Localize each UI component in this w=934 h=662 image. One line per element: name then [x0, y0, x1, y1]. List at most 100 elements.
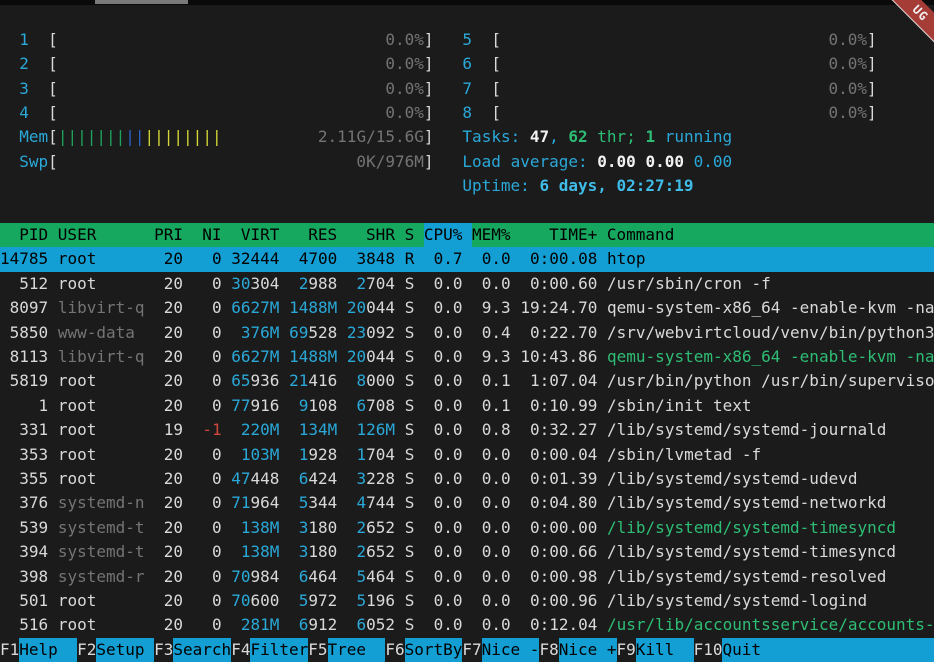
load-1min: 0.00: [597, 152, 636, 171]
process-row[interactable]: 331 root 19 -1 220M 134M 126M S 0.0 0.8 …: [0, 418, 934, 443]
cell-virt: 376M: [231, 323, 279, 342]
cell-ni: 0: [193, 323, 222, 342]
cell-ni: 0: [193, 567, 222, 586]
text: 20: [347, 298, 366, 317]
text: [511, 445, 521, 464]
process-row[interactable]: 398 systemd-r 20 0 70984 6464 5464 S 0.0…: [0, 565, 934, 590]
fkey-f2[interactable]: F2Setup: [77, 640, 154, 659]
fkey-number: F4: [231, 640, 250, 659]
text: [279, 518, 289, 537]
running-count: 1: [645, 127, 655, 146]
cell-user: root: [58, 396, 145, 415]
fkey-label: SortBy: [405, 638, 463, 662]
col-header-pri[interactable]: PRI: [154, 225, 193, 244]
cpu-label: 6: [462, 54, 491, 73]
cell-state: S: [405, 493, 415, 512]
cell-state: S: [405, 615, 415, 634]
fkey-f5[interactable]: F5Tree: [308, 640, 385, 659]
fkey-f8[interactable]: F8Nice +: [539, 640, 616, 659]
cell-command: /lib/systemd/systemd-timesyncd: [607, 542, 896, 561]
fkey-label: Nice +: [559, 638, 617, 662]
fkey-f7[interactable]: F7Nice -: [462, 640, 539, 659]
col-header-res[interactable]: RES: [289, 225, 347, 244]
text: 65: [231, 371, 250, 390]
col-header-command[interactable]: Command: [607, 225, 684, 244]
col-header-mem[interactable]: MEM%: [472, 225, 520, 244]
text: [414, 274, 424, 293]
process-row[interactable]: 5850 www-data 20 0 376M 69528 23092 S 0.…: [0, 321, 934, 346]
cell-pri: 20: [154, 249, 183, 268]
text: 21: [289, 371, 308, 390]
process-row[interactable]: 355 root 20 0 47448 6424 3228 S 0.0 0.0 …: [0, 467, 934, 492]
fkey-f6[interactable]: F6SortBy: [385, 640, 462, 659]
fkey-label: Filter: [250, 638, 308, 662]
fkey-f10[interactable]: F10Quit: [694, 640, 934, 659]
text: 964: [251, 493, 280, 512]
text: [145, 542, 155, 561]
col-header-cpu-sorted[interactable]: CPU%: [424, 223, 472, 247]
swap-meter: Swp[ 0K/976M]: [19, 152, 433, 171]
process-row[interactable]: 501 root 20 0 70600 5972 5196 S 0.0 0.0 …: [0, 589, 934, 614]
text: [597, 518, 607, 537]
cell-mem: 9.3: [472, 347, 511, 366]
meter-row: 1 [ 0.0%] 5 [ 0.0%]: [0, 28, 934, 53]
col-header-virt[interactable]: VIRT: [231, 225, 289, 244]
cell-command: /usr/bin/python /usr/bin/superviso: [607, 371, 934, 390]
fkey-f1[interactable]: F1Help: [0, 640, 77, 659]
col-header-state[interactable]: S: [405, 225, 424, 244]
text: [511, 469, 521, 488]
process-row[interactable]: 8097 libvirt-q 20 0 6627M 1488M 20044 S …: [0, 296, 934, 321]
text: 928: [308, 445, 337, 464]
text: [597, 469, 607, 488]
fkey-f3[interactable]: F3Search: [154, 640, 231, 659]
table-header[interactable]: PID USER PRI NI VIRT RES SHR S CPU% MEM%…: [0, 223, 934, 248]
process-row-selected[interactable]: 14785 root 20 0 32444 4700 3848 R 0.7 0.…: [0, 247, 934, 272]
process-row[interactable]: 394 systemd-t 20 0 138M 3180 2652 S 0.0 …: [0, 540, 934, 565]
cell-command: /lib/systemd/systemd-udevd: [607, 469, 857, 488]
col-header-shr[interactable]: SHR: [347, 225, 405, 244]
text: [222, 518, 232, 537]
htop-terminal[interactable]: 1 [ 0.0%] 5 [ 0.0%] 2 [ 0.0%] 6 [ 0.0%] …: [0, 0, 934, 662]
text: [145, 396, 155, 415]
process-row[interactable]: 353 root 20 0 103M 1928 1704 S 0.0 0.0 0…: [0, 443, 934, 468]
cell-shr: 5196: [347, 591, 395, 610]
process-row[interactable]: 516 root 20 0 281M 6912 6052 S 0.0 0.0 0…: [0, 613, 934, 638]
process-row[interactable]: 539 systemd-t 20 0 138M 3180 2652 S 0.0 …: [0, 516, 934, 541]
cell-shr: 23092: [347, 323, 395, 342]
text: [279, 274, 289, 293]
cell-time: 0:00.96: [520, 591, 597, 610]
cell-command: /lib/systemd/systemd-journald: [607, 420, 886, 439]
fkey-f4[interactable]: F4Filter: [231, 640, 308, 659]
text: [183, 298, 193, 317]
cell-mem: 0.0: [472, 493, 511, 512]
cell-state: S: [405, 298, 415, 317]
col-header-time[interactable]: TIME+: [520, 225, 607, 244]
text: [395, 493, 405, 512]
col-header-ni[interactable]: NI: [193, 225, 232, 244]
text: [463, 420, 473, 439]
cell-mem: 0.0: [472, 567, 511, 586]
cell-shr: 3848: [347, 249, 395, 268]
text: 052: [366, 615, 395, 634]
bracket: [: [48, 152, 58, 171]
text: [222, 445, 232, 464]
text: [597, 371, 607, 390]
process-row[interactable]: 376 systemd-n 20 0 71964 5344 4744 S 0.0…: [0, 491, 934, 516]
bracket: [: [48, 103, 58, 122]
process-row[interactable]: 1 root 20 0 77916 9108 6708 S 0.0 0.1 0:…: [0, 394, 934, 419]
text: 1: [289, 445, 308, 464]
process-row[interactable]: 8113 libvirt-q 20 0 6627M 1488M 20044 S …: [0, 345, 934, 370]
fkey-f9[interactable]: F9Kill: [617, 640, 694, 659]
text: 6627M: [231, 347, 279, 366]
text: 3: [289, 518, 308, 537]
cell-pri: 20: [154, 347, 183, 366]
text: 912: [308, 615, 337, 634]
process-row[interactable]: 512 root 20 0 30304 2988 2704 S 0.0 0.0 …: [0, 272, 934, 297]
text: 23: [347, 323, 366, 342]
col-header-user[interactable]: USER: [58, 225, 154, 244]
mem-bar-used: |||||||: [58, 127, 125, 146]
col-header-pid[interactable]: PID: [0, 225, 58, 244]
text: [0, 127, 19, 146]
process-row[interactable]: 5819 root 20 0 65936 21416 8000 S 0.0 0.…: [0, 369, 934, 394]
text: [337, 615, 347, 634]
